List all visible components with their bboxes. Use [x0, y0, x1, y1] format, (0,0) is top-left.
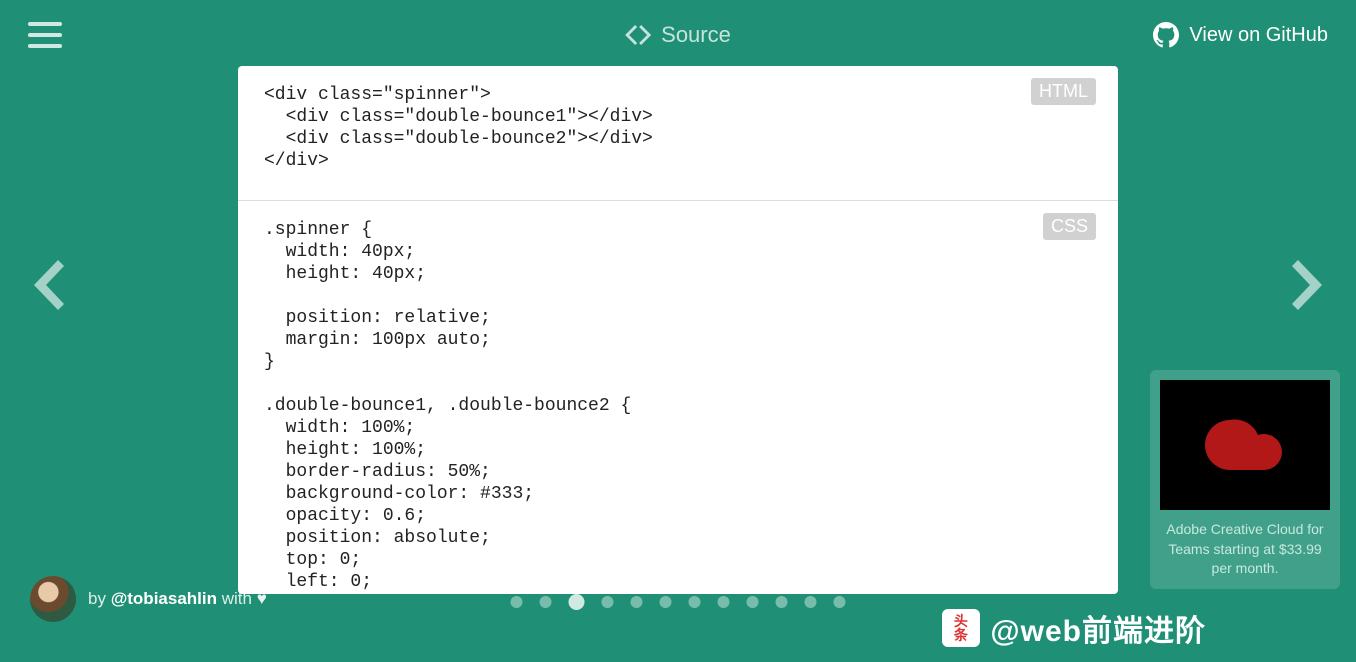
avatar[interactable] [30, 576, 76, 622]
pagination-dot[interactable] [540, 596, 552, 608]
prev-arrow[interactable] [28, 260, 64, 315]
ad-text: Adobe Creative Cloud for Teams starting … [1160, 520, 1330, 579]
pagination-dot[interactable] [602, 596, 614, 608]
pagination-dot[interactable] [689, 596, 701, 608]
pagination-dot[interactable] [660, 596, 672, 608]
pagination-dots [511, 596, 846, 610]
by-text: by [88, 589, 111, 608]
byline: by @tobiasahlin with ♥ [30, 576, 267, 622]
with-text: with [217, 589, 257, 608]
github-link[interactable]: View on GitHub [1153, 22, 1328, 48]
pagination-dot[interactable] [718, 596, 730, 608]
pagination-dot[interactable] [569, 594, 585, 610]
watermark-icon: 头条 [942, 609, 980, 647]
adobe-cc-icon [1190, 405, 1300, 485]
source-link[interactable]: Source [625, 22, 731, 48]
code-icon [625, 25, 651, 45]
pagination-dot[interactable] [511, 596, 523, 608]
css-code: .spinner { width: 40px; height: 40px; po… [238, 201, 1118, 594]
pagination-dot[interactable] [776, 596, 788, 608]
html-badge: HTML [1031, 78, 1096, 105]
chevron-left-icon [28, 260, 64, 310]
ad-image [1160, 380, 1330, 510]
html-code: <div class="spinner"> <div class="double… [238, 66, 1118, 190]
source-label: Source [661, 22, 731, 48]
css-code-block[interactable]: CSS .spinner { width: 40px; height: 40px… [238, 201, 1118, 594]
chevron-right-icon [1292, 260, 1328, 310]
menu-button[interactable] [28, 22, 62, 48]
pagination-dot[interactable] [747, 596, 759, 608]
github-label: View on GitHub [1189, 24, 1328, 47]
css-badge: CSS [1043, 213, 1096, 240]
author-link[interactable]: @tobiasahlin [111, 589, 217, 608]
html-code-block[interactable]: HTML <div class="spinner"> <div class="d… [238, 66, 1118, 201]
heart-icon: ♥ [257, 589, 267, 608]
pagination-dot[interactable] [834, 596, 846, 608]
github-icon [1153, 22, 1179, 48]
watermark: 头条 @web前端进阶 [942, 606, 1206, 650]
watermark-handle: @web前端进阶 [990, 606, 1206, 650]
code-panel: HTML <div class="spinner"> <div class="d… [238, 66, 1118, 594]
pagination-dot[interactable] [805, 596, 817, 608]
pagination-dot[interactable] [631, 596, 643, 608]
ad-card[interactable]: Adobe Creative Cloud for Teams starting … [1150, 370, 1340, 589]
next-arrow[interactable] [1292, 260, 1328, 315]
